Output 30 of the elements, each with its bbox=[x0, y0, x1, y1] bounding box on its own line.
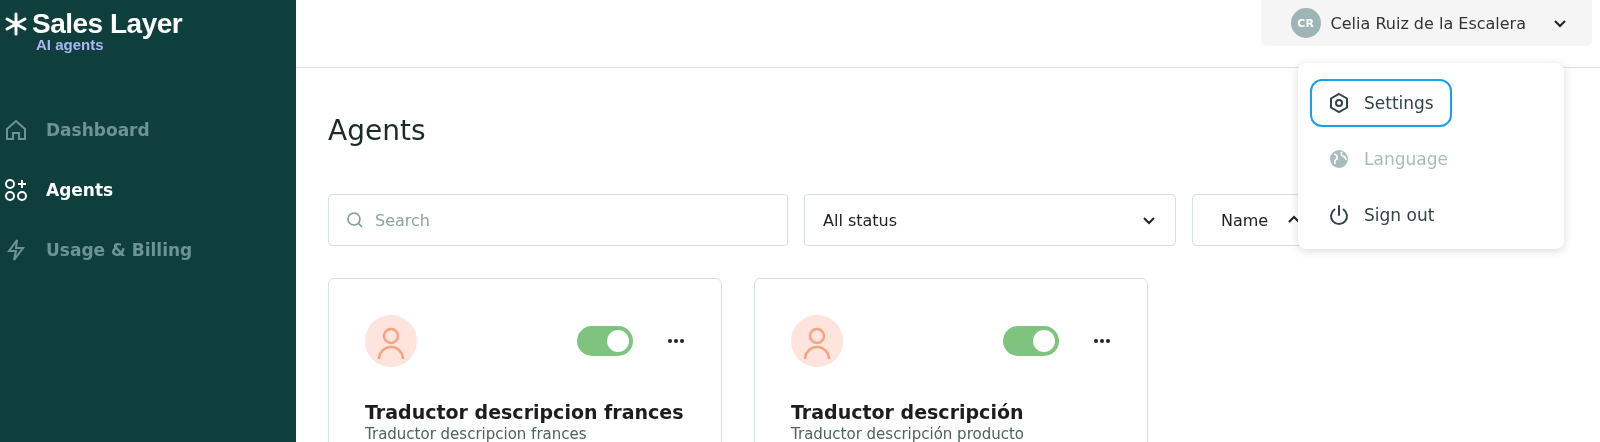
status-dropdown[interactable]: All status bbox=[804, 194, 1176, 246]
page-title: Agents bbox=[328, 114, 427, 149]
nav-item[interactable]: Agents bbox=[4, 175, 296, 205]
settings-icon bbox=[1328, 92, 1350, 114]
agent-name: Traductor descripción bbox=[791, 401, 1025, 423]
more-icon bbox=[1093, 338, 1111, 344]
nav-item[interactable]: Usage & Billing bbox=[4, 235, 296, 265]
person-avatar-icon bbox=[791, 315, 843, 367]
user-menu-button[interactable]: CR Celia Ruiz de la Escalera bbox=[1260, 0, 1592, 46]
toggle-switch[interactable] bbox=[1003, 326, 1059, 356]
toggle-switch[interactable] bbox=[577, 326, 633, 356]
search-icon bbox=[346, 211, 364, 229]
asterisk-logo-icon bbox=[4, 12, 28, 36]
user-name: Celia Ruiz de la Escalera bbox=[1330, 13, 1526, 33]
agent-card[interactable]: Traductor descripción Traductor descripción producto bbox=[754, 278, 1148, 442]
agent-description: Traductor descripción producto bbox=[791, 425, 1025, 442]
house-icon bbox=[4, 118, 28, 142]
agent-card[interactable]: Traductor descripcion frances Traductor descripcion frances bbox=[328, 278, 722, 442]
globe-icon bbox=[1328, 148, 1350, 170]
search-field[interactable]: Search bbox=[328, 194, 788, 246]
agent-description: Traductor descripcion frances bbox=[365, 425, 588, 442]
lightning-icon bbox=[4, 238, 28, 262]
circles-plus-icon bbox=[4, 178, 28, 202]
more-icon bbox=[667, 338, 685, 344]
menu-item[interactable]: Settings bbox=[1310, 79, 1452, 127]
user-avatar: CR bbox=[1290, 8, 1321, 38]
nav-item[interactable]: Dashboard bbox=[4, 115, 296, 145]
agent-name: Traductor descripcion frances bbox=[365, 401, 685, 423]
person-avatar-icon bbox=[365, 315, 417, 367]
power-icon bbox=[1328, 204, 1350, 226]
